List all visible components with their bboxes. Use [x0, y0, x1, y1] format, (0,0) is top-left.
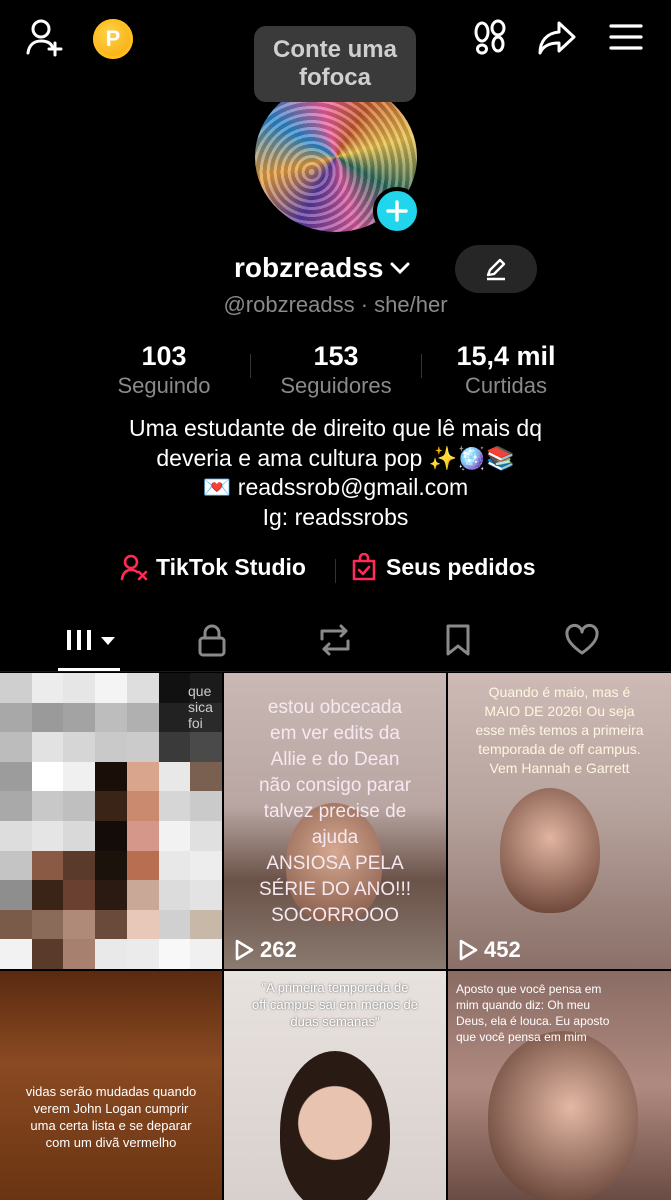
username: robzreadss	[234, 252, 384, 283]
stat-value: 103	[141, 341, 187, 371]
tooltip-text: Conte uma fofoca	[272, 36, 397, 91]
video-thumbnail[interactable]: "A primeira temporada de off campus sai …	[224, 971, 446, 1200]
stat-value: 153	[313, 341, 359, 371]
bio-line: Ig: readssrobs	[262, 503, 409, 530]
video-caption: vidas serão mudadas quando verem John Lo…	[25, 1084, 197, 1150]
heart-icon	[565, 623, 599, 655]
stat-likes[interactable]: 15,4 mil Curtidas	[436, 340, 576, 400]
tab-saved[interactable]	[428, 618, 488, 662]
coin-icon[interactable]: P	[93, 19, 133, 59]
handle-pronouns: @robzreadss · she/her	[223, 292, 448, 317]
video-thumbnail[interactable]: que sica foi	[0, 673, 222, 969]
video-thumbnail[interactable]: Aposto que você pensa em mim quando diz:…	[448, 971, 671, 1200]
view-count: 262	[234, 937, 297, 963]
stat-value: 15,4 mil	[456, 341, 556, 371]
videos-grid-icon	[67, 630, 115, 650]
chevron-down-icon	[390, 262, 410, 275]
status-tooltip[interactable]: Conte uma fofoca	[254, 26, 416, 102]
video-grid: que sica foi estou obcecada em ver edits…	[0, 673, 671, 1200]
lock-icon	[198, 624, 226, 657]
profile-links: TikTok Studio Seus pedidos	[0, 553, 671, 589]
add-story-button[interactable]	[373, 187, 421, 235]
coin-letter: P	[105, 26, 121, 51]
video-person-image	[280, 1051, 390, 1200]
video-thumbnail[interactable]: Quando é maio, mas é MAIO DE 2026! Ou se…	[448, 673, 671, 969]
tab-liked[interactable]	[552, 618, 612, 662]
view-count: 452	[458, 937, 521, 963]
shopping-bag-icon	[352, 553, 376, 581]
video-thumbnail[interactable]: vidas serão mudadas quando verem John Lo…	[0, 971, 222, 1200]
video-caption: "A primeira temporada de off campus sai …	[252, 980, 418, 1029]
video-caption: Aposto que você pensa em mim quando diz:…	[456, 982, 610, 1044]
stat-label: Seguindo	[117, 373, 211, 398]
video-person-image	[500, 788, 600, 913]
share-icon[interactable]	[536, 18, 578, 58]
add-friend-icon[interactable]	[24, 16, 66, 58]
tab-private[interactable]	[182, 618, 242, 662]
video-thumbnail[interactable]: estou obcecada em ver edits da Allie e d…	[224, 673, 446, 969]
tab-reposts[interactable]	[305, 618, 365, 662]
edit-profile-button[interactable]	[455, 245, 537, 293]
profile-bio: Uma estudante de direito que lê mais dq …	[0, 414, 671, 532]
tab-videos[interactable]	[60, 618, 120, 662]
stat-label: Curtidas	[465, 373, 547, 398]
plus-icon	[386, 200, 408, 222]
repost-icon	[320, 624, 350, 656]
active-tab-indicator	[58, 668, 120, 671]
footprints-icon[interactable]	[470, 18, 510, 58]
play-icon	[235, 939, 254, 961]
profile-stats: 103 Seguindo 153 Seguidores 15,4 mil Cur…	[0, 340, 671, 400]
bio-line: Uma estudante de direito que lê mais dq	[129, 415, 542, 441]
stat-following[interactable]: 103 Seguindo	[100, 340, 228, 400]
view-count-value: 262	[260, 937, 297, 962]
username-switcher[interactable]: robzreadss	[234, 252, 411, 284]
creator-icon	[120, 554, 148, 581]
stat-followers[interactable]: 153 Seguidores	[265, 340, 407, 400]
video-caption: Quando é maio, mas é MAIO DE 2026! Ou se…	[475, 684, 644, 776]
stat-label: Seguidores	[280, 373, 392, 398]
video-caption: estou obcecada em ver edits da Allie e d…	[258, 697, 412, 926]
video-caption: que sica foi	[188, 683, 213, 731]
video-person-image	[488, 1031, 638, 1200]
view-count-value: 452	[484, 937, 521, 962]
pencil-icon	[486, 258, 506, 281]
play-icon	[459, 939, 478, 961]
menu-icon[interactable]	[606, 20, 646, 54]
bookmark-icon	[446, 624, 470, 656]
orders-link[interactable]: Seus pedidos	[350, 553, 536, 581]
tiktok-studio-link[interactable]: TikTok Studio	[120, 553, 306, 581]
orders-label: Seus pedidos	[386, 553, 536, 580]
bio-line: deveria e ama cultura pop ✨🪩📚	[156, 444, 515, 471]
bio-line: 💌 readssrob@gmail.com	[202, 474, 469, 500]
tiktok-studio-label: TikTok Studio	[156, 553, 306, 580]
content-tabs	[0, 610, 671, 672]
